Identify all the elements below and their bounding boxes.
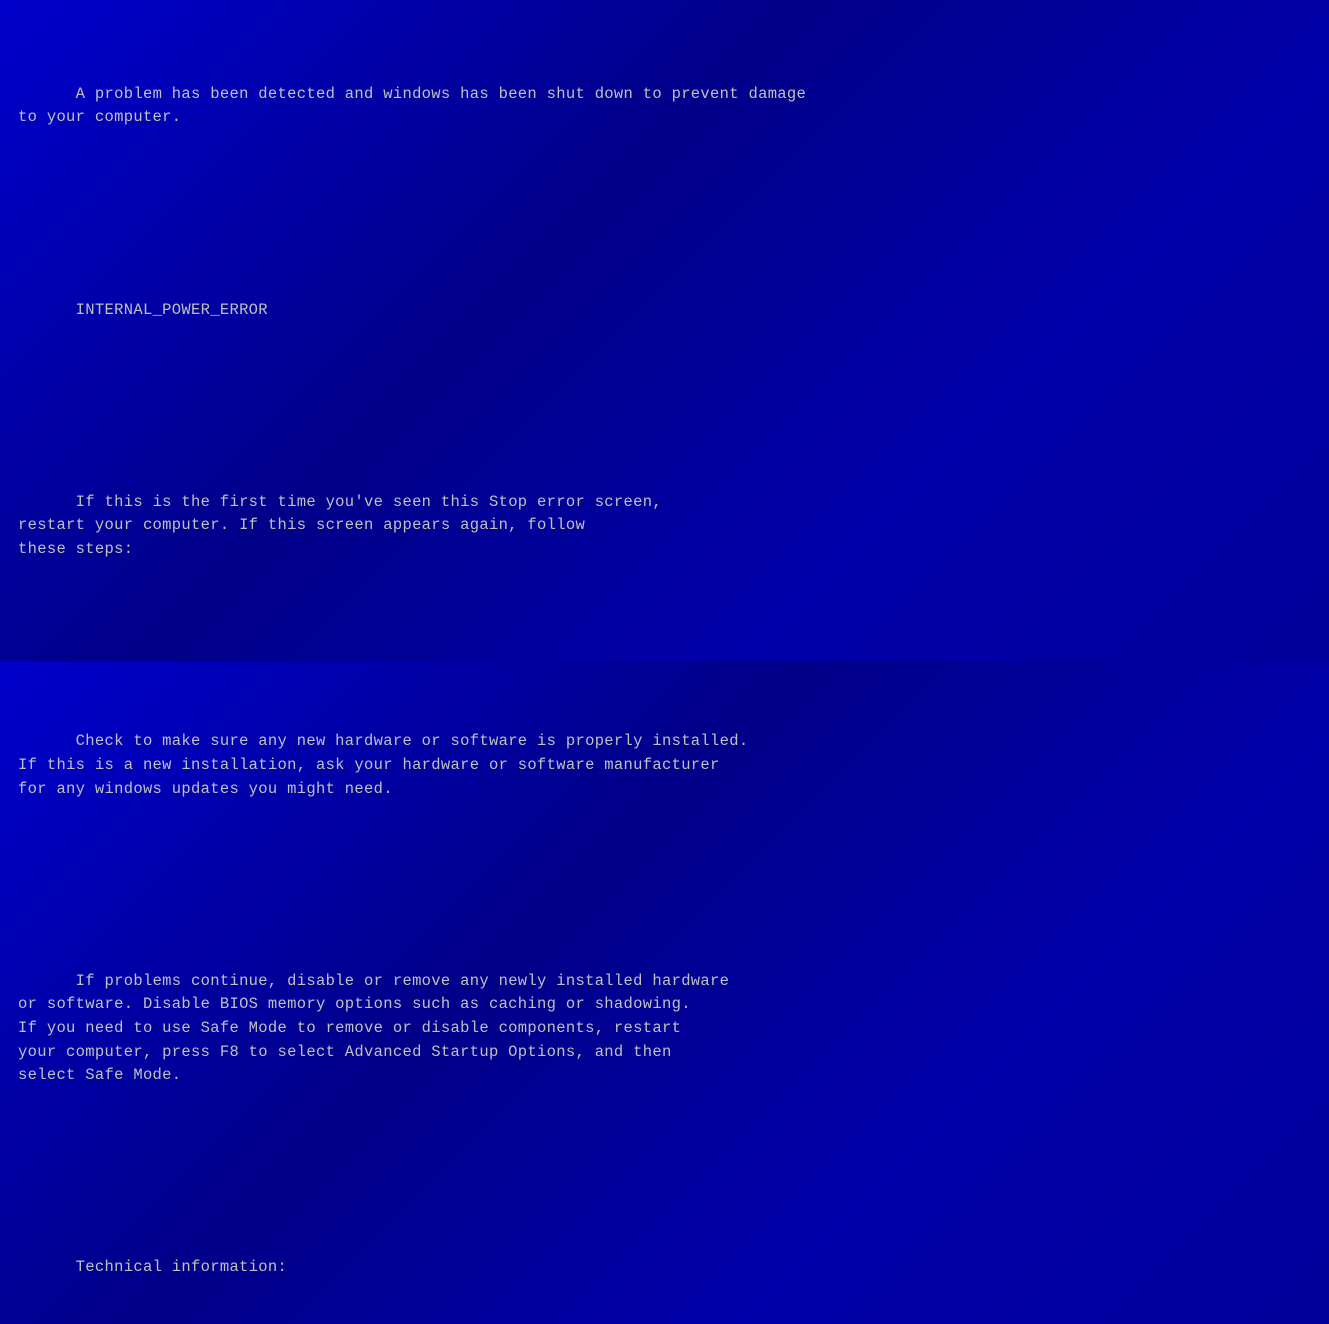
first-time-paragraph: If this is the first time you've seen th…: [18, 467, 1311, 585]
technical-info-header: Technical information:: [18, 1233, 1311, 1304]
first-paragraph: A problem has been detected and windows …: [18, 59, 1311, 153]
line-2: to your computer.: [18, 108, 181, 126]
blank-2: [18, 397, 1311, 421]
error-code-line: INTERNAL_POWER_ERROR: [18, 275, 1311, 346]
line-3: If this is the first time you've seen th…: [76, 493, 662, 511]
check-paragraph: Check to make sure any new hardware or s…: [18, 707, 1311, 825]
blank-4: [18, 876, 1311, 900]
line-4: restart your computer. If this screen ap…: [18, 516, 585, 534]
line-10: or software. Disable BIOS memory options…: [18, 995, 691, 1013]
line-7: If this is a new installation, ask your …: [18, 756, 720, 774]
line-9: If problems continue, disable or remove …: [76, 972, 730, 990]
line-12: your computer, press F8 to select Advanc…: [18, 1043, 672, 1061]
blank-1: [18, 204, 1311, 228]
blank-3: [18, 636, 1311, 660]
line-1: A problem has been detected and windows …: [76, 85, 806, 103]
line-11: If you need to use Safe Mode to remove o…: [18, 1019, 681, 1037]
problems-paragraph: If problems continue, disable or remove …: [18, 946, 1311, 1111]
line-6: Check to make sure any new hardware or s…: [76, 732, 749, 750]
error-code: INTERNAL_POWER_ERROR: [76, 301, 268, 319]
line-8: for any windows updates you might need.: [18, 780, 393, 798]
line-5: these steps:: [18, 540, 133, 558]
blank-5: [18, 1162, 1311, 1186]
line-13: select Safe Mode.: [18, 1066, 181, 1084]
technical-info-label: Technical information:: [76, 1258, 287, 1276]
bsod-screen: A problem has been detected and windows …: [12, 8, 1317, 654]
